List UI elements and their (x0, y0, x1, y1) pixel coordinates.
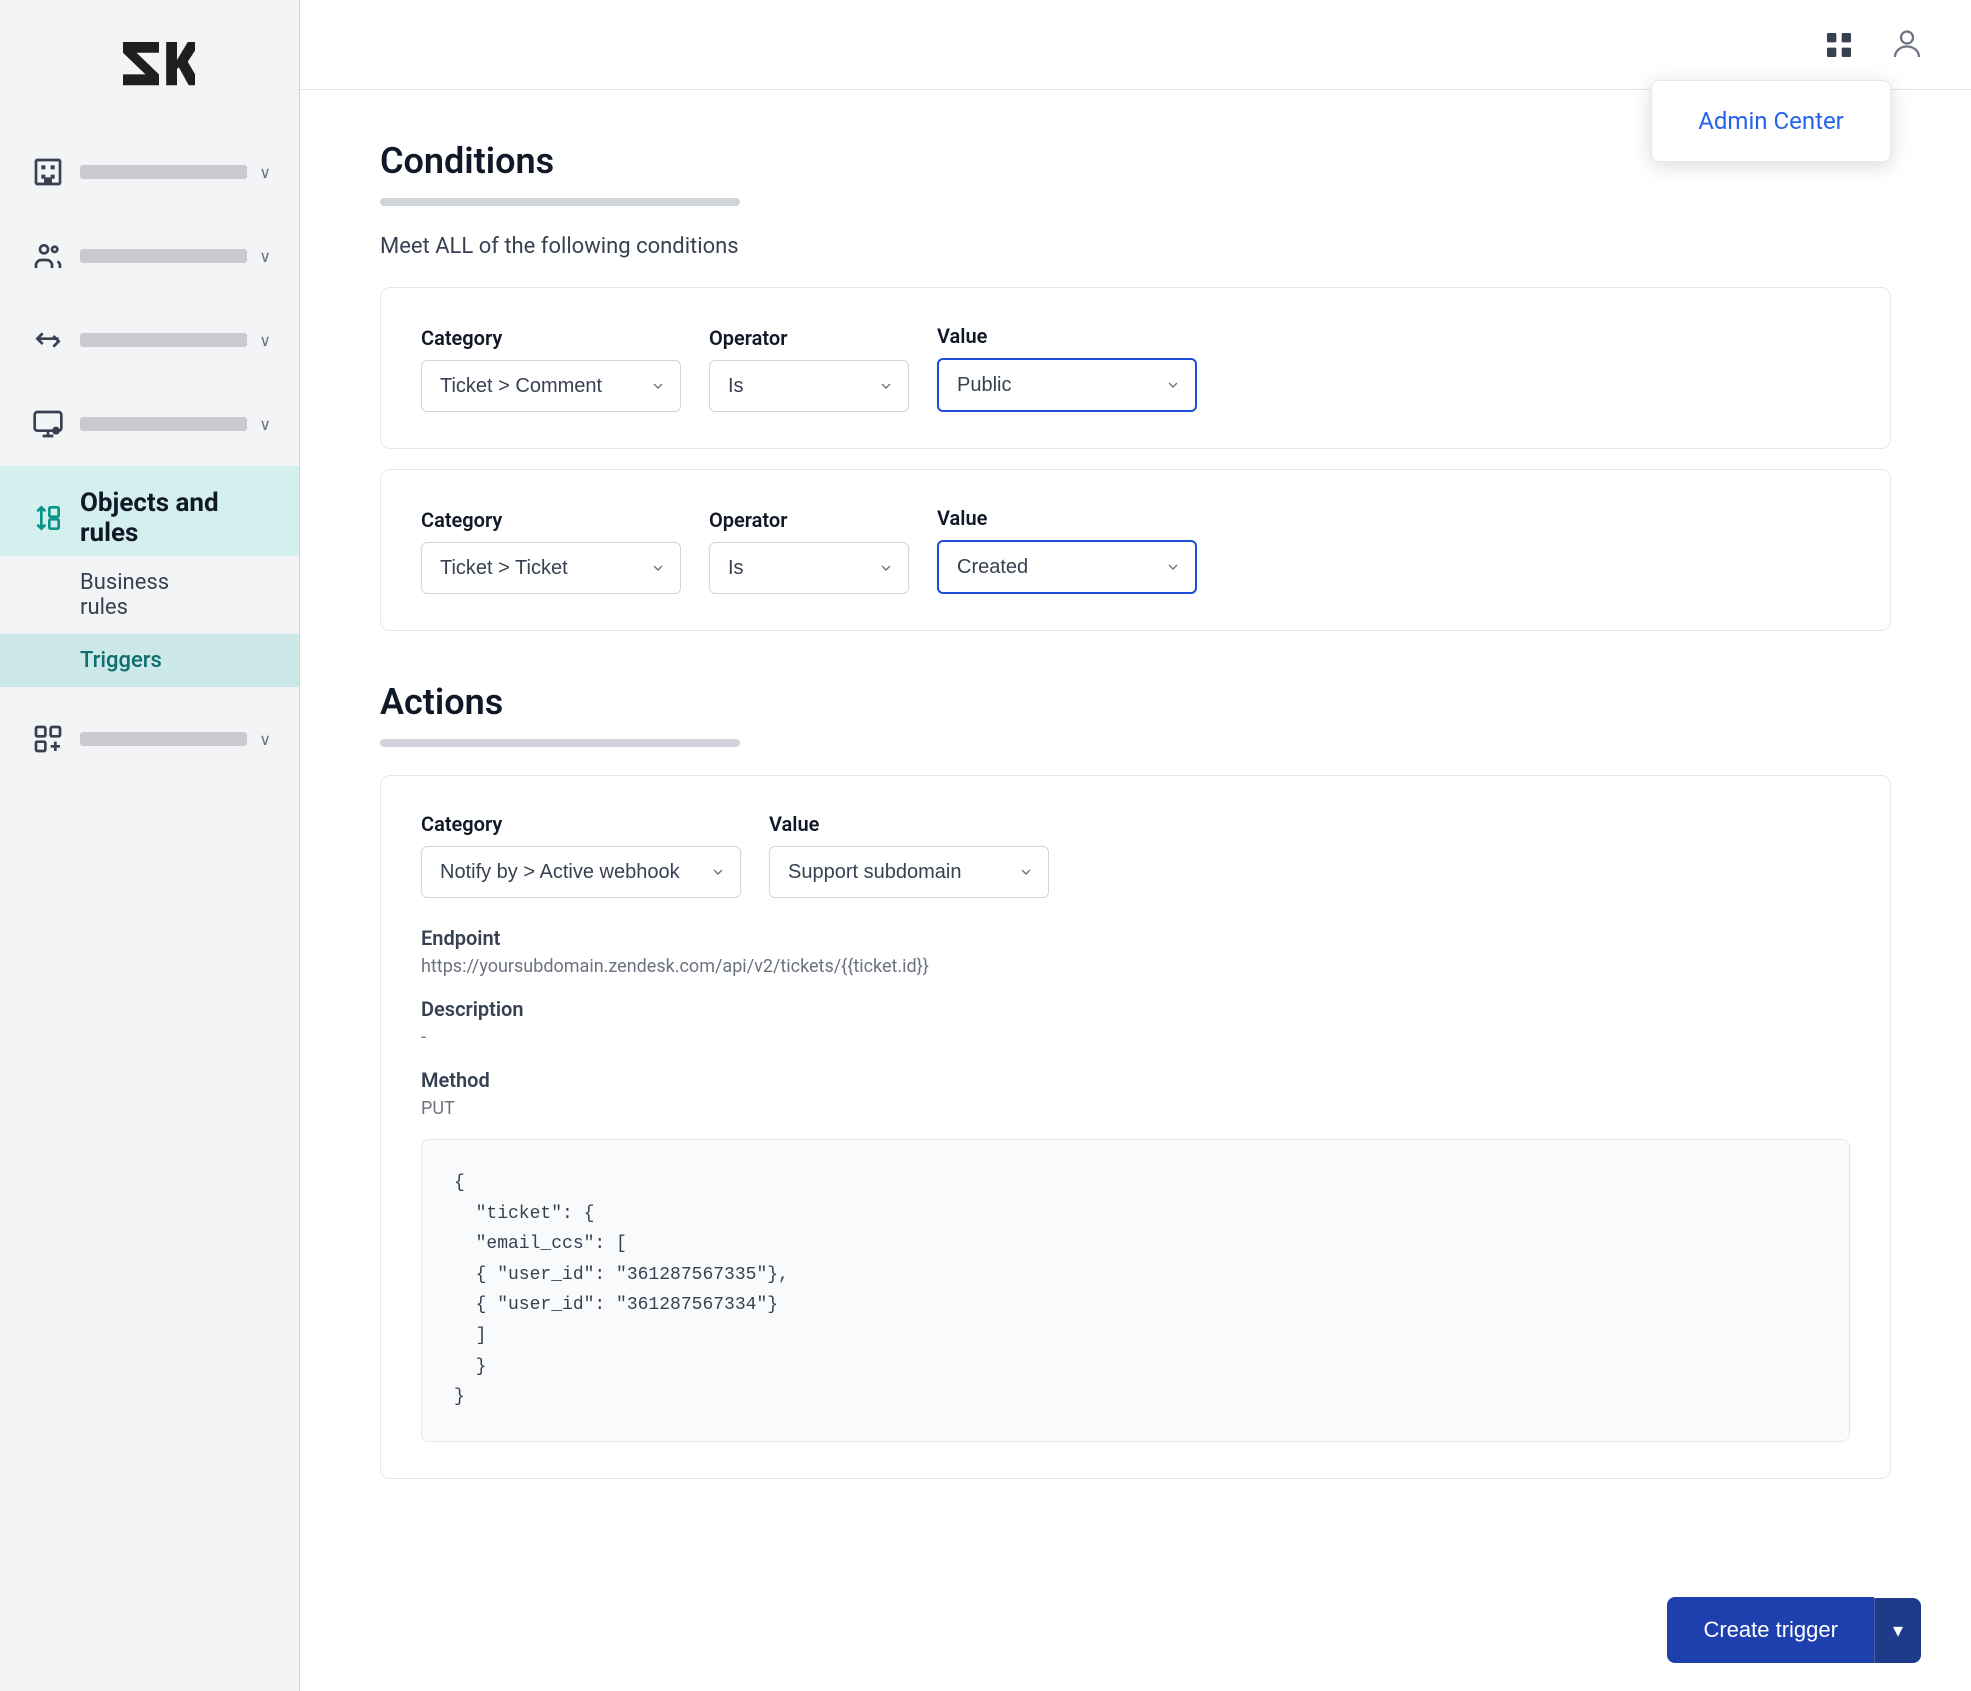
sidebar-item-triggers[interactable]: Triggers (0, 634, 299, 687)
category-field-1: Category Ticket > Comment (421, 326, 681, 412)
main-content: Admin Center Conditions Meet ALL of the … (300, 0, 1971, 1691)
sidebar-item-objects[interactable]: Objects and rules (0, 466, 299, 556)
method-section: Method PUT (421, 1068, 1850, 1119)
value-field-2: Value Created (937, 506, 1197, 594)
sub-navigation: Business rules Triggers (0, 556, 299, 697)
chevron-down-icon: ∨ (259, 247, 271, 266)
nav-label-bar (80, 249, 247, 263)
sidebar-item-apps[interactable]: ∨ (0, 697, 299, 781)
sidebar-nav: ∨ ∨ ∨ (0, 120, 299, 1691)
operator-field-2: Operator Is (709, 508, 909, 594)
apps-icon (28, 719, 68, 759)
endpoint-section: Endpoint https://yoursubdomain.zendesk.c… (421, 926, 1850, 977)
create-trigger-button[interactable]: Create trigger (1667, 1597, 1874, 1663)
endpoint-label: Endpoint (421, 926, 1850, 950)
operator-label-1: Operator (709, 326, 909, 350)
nav-label-bar (80, 732, 247, 746)
value-field-1: Value Public (937, 324, 1197, 412)
chevron-down-icon: ∨ (259, 730, 271, 749)
actions-progress-bar (380, 739, 740, 747)
chevron-down-icon: ∨ (259, 415, 271, 434)
action-category-select[interactable]: Notify by > Active webhook (421, 846, 741, 898)
action-value-field: Value Support subdomain (769, 812, 1049, 898)
value-select-1[interactable]: Public (937, 358, 1197, 412)
action-category-label: Category (421, 812, 741, 836)
action-category-field: Category Notify by > Active webhook (421, 812, 741, 898)
grid-menu-button[interactable] (1815, 21, 1863, 69)
conditions-subtitle: Meet ALL of the following conditions (380, 234, 1891, 259)
sidebar-item-people[interactable]: ∨ (0, 214, 299, 298)
sidebar-item-workspace[interactable]: ∨ (0, 382, 299, 466)
create-trigger-dropdown-button[interactable]: ▾ (1874, 1598, 1921, 1663)
operator-label-2: Operator (709, 508, 909, 532)
code-block: { "ticket": { "email_ccs": [ { "user_id"… (421, 1139, 1850, 1442)
top-bar-icons (1815, 21, 1931, 69)
logo-area (0, 0, 299, 120)
value-select-2[interactable]: Created (937, 540, 1197, 594)
actions-title: Actions (380, 681, 1891, 723)
chevron-down-icon: ∨ (259, 163, 271, 182)
condition-card-1: Category Ticket > Comment Operator Is (380, 287, 1891, 449)
actions-section: Actions Category Notify by > Active webh… (380, 681, 1891, 1479)
nav-label-bar (80, 417, 247, 431)
description-section: Description - (421, 997, 1850, 1048)
category-label-1: Category (421, 326, 681, 350)
admin-center-link[interactable]: Admin Center (1672, 97, 1870, 145)
people-icon (28, 236, 68, 276)
sidebar-item-account[interactable]: ∨ (0, 130, 299, 214)
zendesk-logo (105, 30, 195, 90)
sidebar-item-business-rules[interactable]: Business rules (0, 556, 299, 634)
sidebar: ∨ ∨ ∨ (0, 0, 300, 1691)
method-label: Method (421, 1068, 1850, 1092)
nav-label-bar (80, 333, 247, 347)
monitor-icon (28, 404, 68, 444)
value-label-1: Value (937, 324, 1197, 348)
operator-field-1: Operator Is (709, 326, 909, 412)
endpoint-value: https://yoursubdomain.zendesk.com/api/v2… (421, 956, 1850, 977)
condition-row-2: Category Ticket > Ticket Operator Is (421, 506, 1850, 594)
building-icon (28, 152, 68, 192)
arrows-icon (28, 320, 68, 360)
action-value-select[interactable]: Support subdomain (769, 846, 1049, 898)
admin-center-dropdown: Admin Center (1651, 80, 1891, 162)
category-select-2[interactable]: Ticket > Ticket (421, 542, 681, 594)
action-row-1: Category Notify by > Active webhook Valu… (421, 812, 1850, 898)
category-label-2: Category (421, 508, 681, 532)
bottom-bar: Create trigger ▾ (1617, 1569, 1971, 1691)
operator-select-1[interactable]: Is (709, 360, 909, 412)
objects-rules-icon (28, 498, 68, 538)
objects-rules-label: Objects and rules (80, 488, 271, 548)
method-value: PUT (421, 1098, 1850, 1119)
description-value: - (421, 1027, 1850, 1048)
category-select-1[interactable]: Ticket > Comment (421, 360, 681, 412)
description-label: Description (421, 997, 1850, 1021)
conditions-progress-bar (380, 198, 740, 206)
sidebar-item-channels[interactable]: ∨ (0, 298, 299, 382)
condition-card-2: Category Ticket > Ticket Operator Is (380, 469, 1891, 631)
value-label-2: Value (937, 506, 1197, 530)
user-profile-button[interactable] (1883, 21, 1931, 69)
conditions-section: Conditions Meet ALL of the following con… (380, 140, 1891, 631)
page-content: Conditions Meet ALL of the following con… (300, 90, 1971, 1691)
operator-select-2[interactable]: Is (709, 542, 909, 594)
action-card: Category Notify by > Active webhook Valu… (380, 775, 1891, 1479)
action-value-label: Value (769, 812, 1049, 836)
top-bar: Admin Center (300, 0, 1971, 90)
chevron-down-icon: ∨ (259, 331, 271, 350)
condition-row-1: Category Ticket > Comment Operator Is (421, 324, 1850, 412)
category-field-2: Category Ticket > Ticket (421, 508, 681, 594)
nav-label-bar (80, 165, 247, 179)
